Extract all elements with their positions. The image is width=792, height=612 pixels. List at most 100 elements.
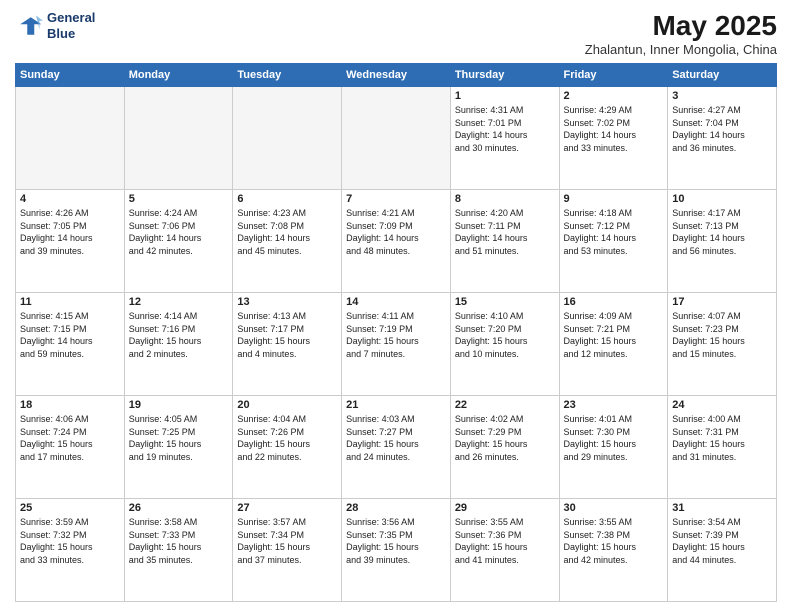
col-monday: Monday: [124, 64, 233, 87]
calendar-day: 2 Sunrise: 4:29 AM Sunset: 7:02 PM Daylig…: [559, 87, 668, 190]
calendar-day: 27Sunrise: 3:57 AM Sunset: 7:34 PM Dayli…: [233, 499, 342, 602]
day-info: Sunrise: 4:07 AM Sunset: 7:23 PM Dayligh…: [672, 310, 772, 360]
calendar-day: 10Sunrise: 4:17 AM Sunset: 7:13 PM Dayli…: [668, 190, 777, 293]
day-info: Sunrise: 4:15 AM Sunset: 7:15 PM Dayligh…: [20, 310, 120, 360]
page: General Blue May 2025 Zhalantun, Inner M…: [0, 0, 792, 612]
day-number: 11: [20, 296, 120, 308]
day-number: 24: [672, 399, 772, 411]
calendar-day: 13 Sunrise: 4:13 AM Sunset: 7:17 PM Dayli…: [233, 293, 342, 396]
day-info: Sunrise: 4:20 AM Sunset: 7:11 PM Dayligh…: [455, 207, 555, 257]
month-title: May 2025: [585, 10, 777, 42]
day-number: 2: [564, 90, 664, 102]
calendar-week-2: 4Sunrise: 4:26 AM Sunset: 7:05 PM Daylig…: [16, 190, 777, 293]
logo-icon: [15, 12, 43, 40]
logo-line2: Blue: [47, 26, 95, 42]
day-info: Sunrise: 4:05 AM Sunset: 7:25 PM Dayligh…: [129, 413, 229, 463]
title-block: May 2025 Zhalantun, Inner Mongolia, Chin…: [585, 10, 777, 57]
logo-line1: General: [47, 10, 95, 26]
day-info: Sunrise: 3:55 AM Sunset: 7:36 PM Dayligh…: [455, 516, 555, 566]
col-tuesday: Tuesday: [233, 64, 342, 87]
day-number: 8: [455, 193, 555, 205]
day-info: Sunrise: 4:17 AM Sunset: 7:13 PM Dayligh…: [672, 207, 772, 257]
day-info: Sunrise: 4:23 AM Sunset: 7:08 PM Dayligh…: [237, 207, 337, 257]
day-number: 3: [672, 90, 772, 102]
day-number: 16: [564, 296, 664, 308]
day-number: 25: [20, 502, 120, 514]
calendar-day: 6 Sunrise: 4:23 AM Sunset: 7:08 PM Daylig…: [233, 190, 342, 293]
day-number: 14: [346, 296, 446, 308]
calendar-day: 16Sunrise: 4:09 AM Sunset: 7:21 PM Dayli…: [559, 293, 668, 396]
day-info: Sunrise: 4:01 AM Sunset: 7:30 PM Dayligh…: [564, 413, 664, 463]
calendar-day: 28 Sunrise: 3:56 AM Sunset: 7:35 PM Dayli…: [342, 499, 451, 602]
calendar-day: 30 Sunrise: 3:55 AM Sunset: 7:38 PM Dayli…: [559, 499, 668, 602]
calendar-day: 12 Sunrise: 4:14 AM Sunset: 7:16 PM Dayli…: [124, 293, 233, 396]
day-number: 7: [346, 193, 446, 205]
day-number: 9: [564, 193, 664, 205]
calendar-day: 22 Sunrise: 4:02 AM Sunset: 7:29 PM Dayli…: [450, 396, 559, 499]
calendar-day: 31 Sunrise: 3:54 AM Sunset: 7:39 PM Dayli…: [668, 499, 777, 602]
calendar-day: 19 Sunrise: 4:05 AM Sunset: 7:25 PM Dayli…: [124, 396, 233, 499]
day-info: Sunrise: 4:21 AM Sunset: 7:09 PM Dayligh…: [346, 207, 446, 257]
calendar-day: 7 Sunrise: 4:21 AM Sunset: 7:09 PM Daylig…: [342, 190, 451, 293]
day-info: Sunrise: 3:56 AM Sunset: 7:35 PM Dayligh…: [346, 516, 446, 566]
day-info: Sunrise: 4:29 AM Sunset: 7:02 PM Dayligh…: [564, 104, 664, 154]
calendar-day: 14 Sunrise: 4:11 AM Sunset: 7:19 PM Dayli…: [342, 293, 451, 396]
day-number: 22: [455, 399, 555, 411]
calendar-day: 1Sunrise: 4:31 AM Sunset: 7:01 PM Daylig…: [450, 87, 559, 190]
day-info: Sunrise: 4:02 AM Sunset: 7:29 PM Dayligh…: [455, 413, 555, 463]
day-number: 13: [237, 296, 337, 308]
calendar-day: [233, 87, 342, 190]
day-info: Sunrise: 4:11 AM Sunset: 7:19 PM Dayligh…: [346, 310, 446, 360]
day-info: Sunrise: 3:54 AM Sunset: 7:39 PM Dayligh…: [672, 516, 772, 566]
calendar-day: 26 Sunrise: 3:58 AM Sunset: 7:33 PM Dayli…: [124, 499, 233, 602]
calendar-day: 21Sunrise: 4:03 AM Sunset: 7:27 PM Dayli…: [342, 396, 451, 499]
day-number: 26: [129, 502, 229, 514]
day-info: Sunrise: 4:18 AM Sunset: 7:12 PM Dayligh…: [564, 207, 664, 257]
calendar-week-3: 11 Sunrise: 4:15 AM Sunset: 7:15 PM Dayli…: [16, 293, 777, 396]
day-info: Sunrise: 3:58 AM Sunset: 7:33 PM Dayligh…: [129, 516, 229, 566]
day-number: 12: [129, 296, 229, 308]
day-number: 1: [455, 90, 555, 102]
calendar-week-4: 18Sunrise: 4:06 AM Sunset: 7:24 PM Dayli…: [16, 396, 777, 499]
calendar-day: [124, 87, 233, 190]
day-info: Sunrise: 4:13 AM Sunset: 7:17 PM Dayligh…: [237, 310, 337, 360]
day-info: Sunrise: 4:10 AM Sunset: 7:20 PM Dayligh…: [455, 310, 555, 360]
col-friday: Friday: [559, 64, 668, 87]
day-info: Sunrise: 4:27 AM Sunset: 7:04 PM Dayligh…: [672, 104, 772, 154]
col-wednesday: Wednesday: [342, 64, 451, 87]
calendar-day: 23 Sunrise: 4:01 AM Sunset: 7:30 PM Dayli…: [559, 396, 668, 499]
day-number: 15: [455, 296, 555, 308]
day-number: 20: [237, 399, 337, 411]
day-number: 31: [672, 502, 772, 514]
day-info: Sunrise: 4:24 AM Sunset: 7:06 PM Dayligh…: [129, 207, 229, 257]
day-info: Sunrise: 4:26 AM Sunset: 7:05 PM Dayligh…: [20, 207, 120, 257]
day-number: 6: [237, 193, 337, 205]
day-info: Sunrise: 4:14 AM Sunset: 7:16 PM Dayligh…: [129, 310, 229, 360]
col-saturday: Saturday: [668, 64, 777, 87]
col-thursday: Thursday: [450, 64, 559, 87]
day-number: 17: [672, 296, 772, 308]
logo-text: General Blue: [47, 10, 95, 41]
calendar-day: 3 Sunrise: 4:27 AM Sunset: 7:04 PM Daylig…: [668, 87, 777, 190]
day-number: 23: [564, 399, 664, 411]
header: General Blue May 2025 Zhalantun, Inner M…: [15, 10, 777, 57]
calendar-day: 11 Sunrise: 4:15 AM Sunset: 7:15 PM Dayli…: [16, 293, 125, 396]
day-number: 19: [129, 399, 229, 411]
day-number: 28: [346, 502, 446, 514]
day-info: Sunrise: 4:03 AM Sunset: 7:27 PM Dayligh…: [346, 413, 446, 463]
calendar-day: [16, 87, 125, 190]
logo: General Blue: [15, 10, 95, 41]
subtitle: Zhalantun, Inner Mongolia, China: [585, 42, 777, 57]
header-row: Sunday Monday Tuesday Wednesday Thursday…: [16, 64, 777, 87]
day-number: 30: [564, 502, 664, 514]
calendar-day: 17 Sunrise: 4:07 AM Sunset: 7:23 PM Dayli…: [668, 293, 777, 396]
calendar-day: 8 Sunrise: 4:20 AM Sunset: 7:11 PM Daylig…: [450, 190, 559, 293]
calendar-table: Sunday Monday Tuesday Wednesday Thursday…: [15, 63, 777, 602]
day-number: 27: [237, 502, 337, 514]
calendar-day: 5Sunrise: 4:24 AM Sunset: 7:06 PM Daylig…: [124, 190, 233, 293]
day-number: 29: [455, 502, 555, 514]
calendar-day: 25Sunrise: 3:59 AM Sunset: 7:32 PM Dayli…: [16, 499, 125, 602]
day-info: Sunrise: 3:55 AM Sunset: 7:38 PM Dayligh…: [564, 516, 664, 566]
calendar-day: 4Sunrise: 4:26 AM Sunset: 7:05 PM Daylig…: [16, 190, 125, 293]
calendar-week-5: 25Sunrise: 3:59 AM Sunset: 7:32 PM Dayli…: [16, 499, 777, 602]
